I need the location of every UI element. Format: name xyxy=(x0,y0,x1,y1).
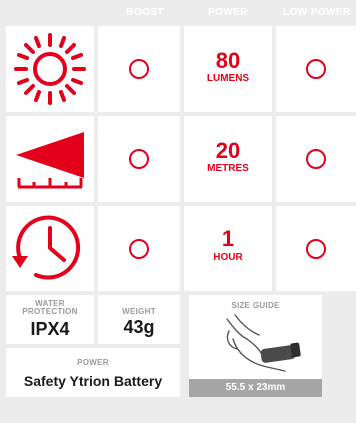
power-label: POWER xyxy=(77,358,109,367)
power-value: Safety Ytrion Battery xyxy=(23,373,163,389)
water-label-line2: PROTECTION xyxy=(22,307,78,316)
sun-brightness-icon xyxy=(14,33,86,105)
weight-label: WEIGHT xyxy=(122,307,156,316)
lumens-value: 80 xyxy=(215,48,241,73)
row1-low-power-cell xyxy=(276,26,356,112)
boost-empty-indicator xyxy=(129,59,149,79)
row2-boost-cell xyxy=(98,116,180,202)
runtime-value: 1 xyxy=(221,226,235,251)
distance-unit: METRES xyxy=(207,163,249,174)
row3-boost-cell xyxy=(98,206,180,291)
runtime-unit: HOUR xyxy=(213,252,243,263)
lumens-unit: LUMENS xyxy=(206,73,250,84)
row3-low-power-cell xyxy=(276,206,356,291)
weight-value: 43g xyxy=(123,317,155,337)
low-power-empty-indicator xyxy=(306,149,326,169)
weight-cell: WEIGHT 43g xyxy=(98,295,180,344)
distance-value: 20 xyxy=(215,138,241,163)
runtime-icon-cell xyxy=(6,206,94,291)
brightness-icon-cell xyxy=(6,26,94,112)
size-dimensions: 55.5 x 23mm xyxy=(189,379,322,397)
header-boost: BOOST xyxy=(126,7,164,18)
header-power: POWER xyxy=(208,7,248,18)
row1-boost-cell xyxy=(98,26,180,112)
water-rating: IPX4 xyxy=(30,319,70,339)
row2-low-power-cell xyxy=(276,116,356,202)
low-power-empty-indicator xyxy=(306,59,326,79)
boost-empty-indicator xyxy=(129,149,149,169)
power-cell: POWER Safety Ytrion Battery xyxy=(6,348,180,397)
beam-icon-cell xyxy=(6,116,94,202)
row3-power-cell: 1 HOUR xyxy=(184,206,272,291)
boost-empty-indicator xyxy=(129,238,149,259)
hand-holding-light-icon xyxy=(226,314,301,372)
water-protection-cell: WATER PROTECTION IPX4 xyxy=(6,295,94,344)
row2-power-cell: 20 METRES xyxy=(184,116,272,202)
runtime-clock-icon xyxy=(12,215,81,280)
row1-power-cell: 80 LUMENS xyxy=(184,26,272,112)
beam-distance-icon xyxy=(16,132,84,189)
header-low-power: LOW POWER xyxy=(283,7,351,18)
low-power-empty-indicator xyxy=(306,238,326,259)
size-guide-cell: SIZE GUIDE 55.5 x 23mm xyxy=(189,295,322,397)
